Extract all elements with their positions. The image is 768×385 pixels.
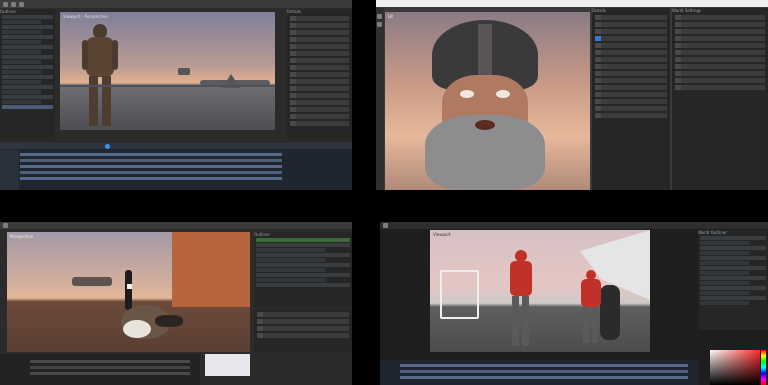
goose-character[interactable] <box>115 270 185 352</box>
landing-gear-wheel <box>600 285 620 340</box>
outliner-label: Outliner <box>254 232 271 237</box>
details-panel[interactable]: Details <box>592 8 670 190</box>
editor-window-bottom-left: Perspective Outliner <box>0 222 352 385</box>
outliner-panel[interactable]: Outliner <box>0 9 55 141</box>
save-icon[interactable] <box>11 2 16 7</box>
world-settings-panel[interactable]: World Settings <box>672 8 768 190</box>
undo-icon[interactable] <box>19 2 24 7</box>
world-outliner-panel[interactable]: World Outliner <box>698 230 768 330</box>
jet-aircraft[interactable] <box>72 277 112 286</box>
viewport-label: Lit <box>388 14 393 19</box>
play-icon[interactable] <box>3 223 8 228</box>
color-picker[interactable] <box>710 350 760 385</box>
outliner-label: World Outliner <box>698 230 727 235</box>
outliner-panel[interactable]: Outliner <box>254 232 352 307</box>
select-tool-icon[interactable] <box>377 14 382 19</box>
viewport-label: Viewport <box>433 232 451 237</box>
dwarf-character[interactable] <box>420 20 550 190</box>
details-panel[interactable]: Details <box>287 9 352 141</box>
soldier-character[interactable] <box>82 24 118 128</box>
viewport-perspective[interactable]: Viewport - Perspective <box>60 12 275 130</box>
menu-icon[interactable] <box>3 2 8 7</box>
hue-slider[interactable] <box>761 350 766 385</box>
crane-structure <box>440 270 479 319</box>
editor-window-bottom-right: Viewport World Outliner <box>380 222 768 385</box>
outliner-label: Outliner <box>0 9 17 14</box>
details-panel[interactable] <box>254 310 352 352</box>
crew-member-1[interactable] <box>508 250 534 348</box>
playhead-handle[interactable] <box>105 144 110 149</box>
world-settings-label: World Settings <box>672 8 702 13</box>
title-bar <box>376 0 768 7</box>
move-tool-icon[interactable] <box>377 22 382 27</box>
editor-window-top-right: Lit Details World Settings <box>376 0 768 190</box>
preview-thumbnail[interactable] <box>205 354 250 376</box>
sequencer-timeline[interactable] <box>0 354 200 385</box>
viewport-label: Perspective <box>10 234 34 239</box>
camera-icon[interactable] <box>383 223 388 228</box>
viewport-lit[interactable]: Lit <box>385 12 590 190</box>
sequencer-timeline[interactable] <box>380 360 698 385</box>
editor-window-top-left: Outliner Viewport - Perspective Details <box>0 0 352 190</box>
crew-member-2[interactable] <box>580 270 602 345</box>
menu-bar[interactable] <box>0 222 352 229</box>
viewport[interactable]: Viewport <box>430 230 650 352</box>
menu-bar[interactable] <box>0 0 352 8</box>
tool-strip[interactable] <box>376 8 384 190</box>
viewport-perspective[interactable]: Perspective <box>7 232 250 352</box>
viewport-label: Viewport - Perspective <box>63 14 108 19</box>
menu-bar[interactable] <box>380 222 768 229</box>
details-label: Details <box>592 8 606 13</box>
details-label: Details <box>287 9 301 14</box>
jet-aircraft[interactable] <box>200 72 270 90</box>
sequencer-timeline[interactable] <box>0 143 352 190</box>
drone-object[interactable] <box>178 68 190 75</box>
